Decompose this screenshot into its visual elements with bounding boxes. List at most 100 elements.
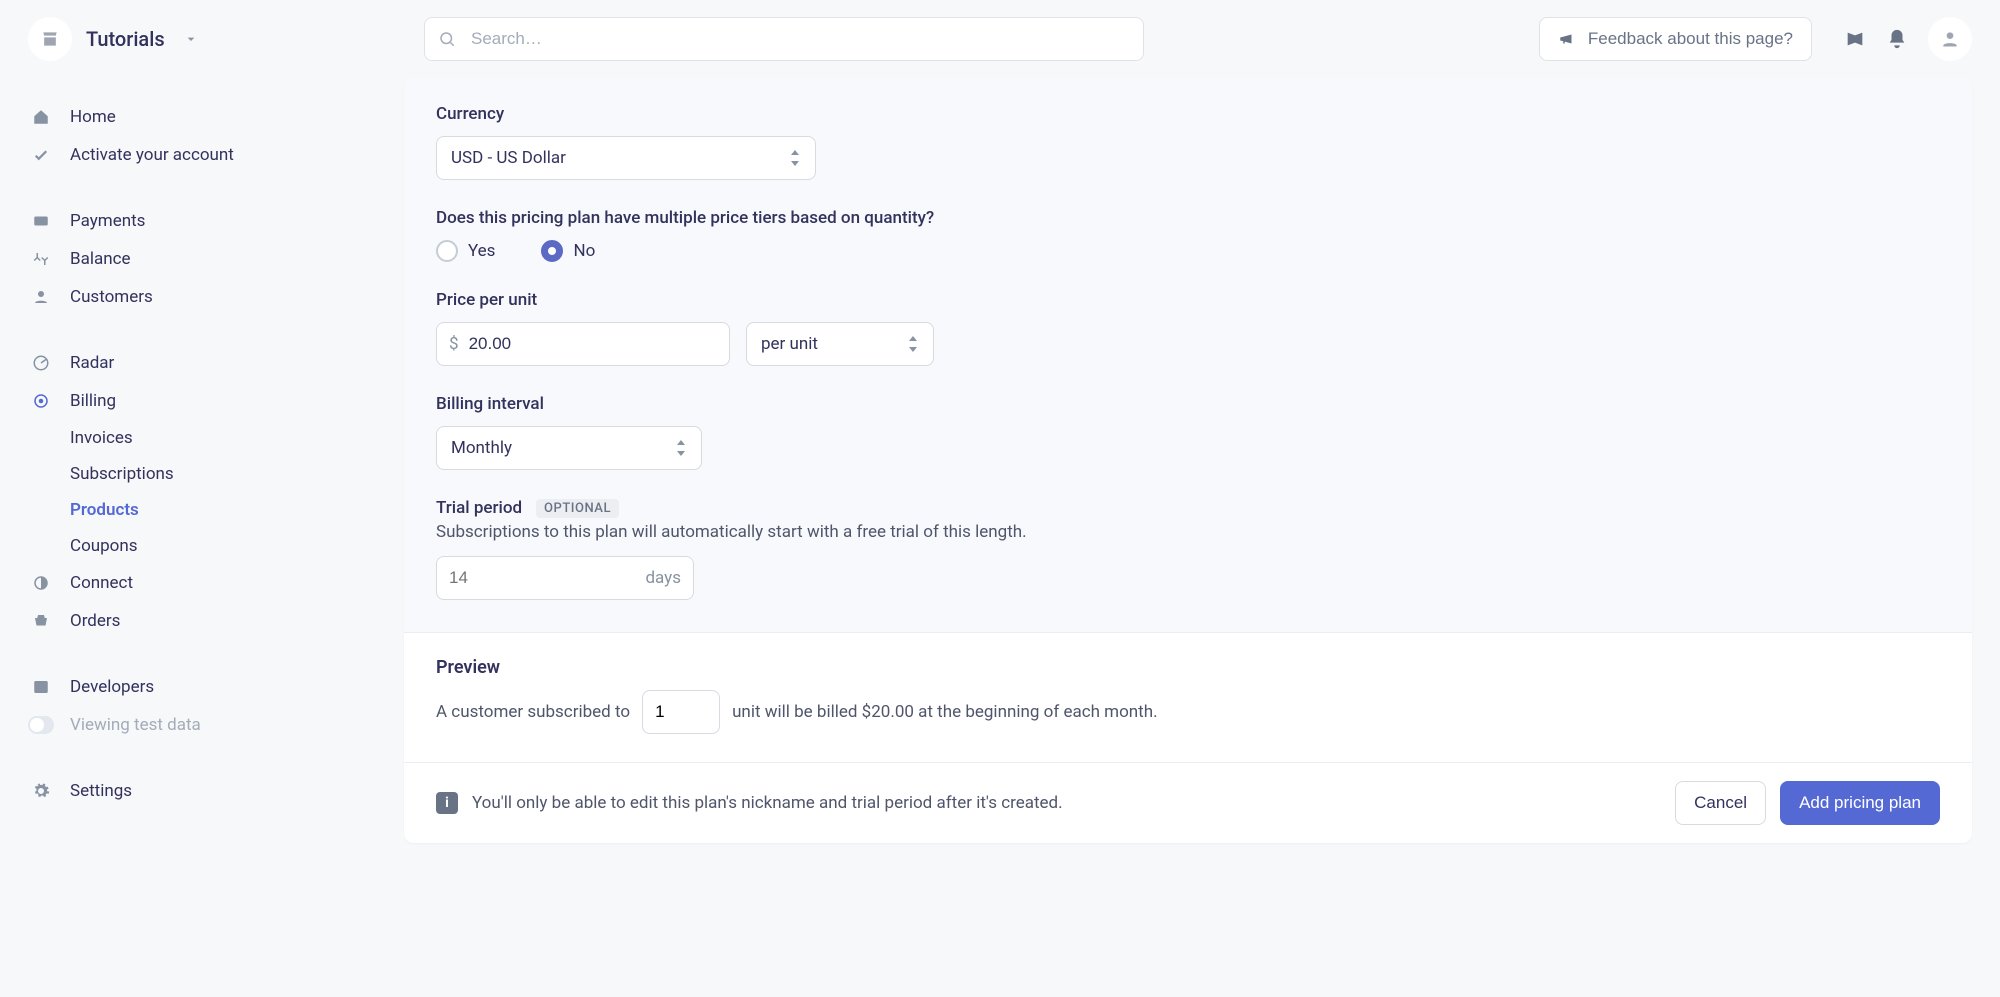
add-pricing-plan-button[interactable]: Add pricing plan: [1780, 781, 1940, 825]
trial-input[interactable]: [449, 568, 645, 588]
footer: i You'll only be able to edit this plan'…: [404, 763, 1972, 843]
preview-section: Preview A customer subscribed to unit wi…: [404, 633, 1972, 763]
sidebar-item-payments[interactable]: Payments: [28, 202, 404, 240]
sidebar: Home Activate your account Payments Bala…: [0, 78, 404, 843]
balance-icon: [28, 250, 54, 268]
radio-yes[interactable]: Yes: [436, 240, 495, 262]
sidebar-item-label: Settings: [70, 781, 132, 801]
sidebar-item-label: Invoices: [70, 428, 133, 448]
store-icon: [28, 17, 72, 61]
sidebar-item-customers[interactable]: Customers: [28, 278, 404, 316]
radio-circle-icon: [436, 240, 458, 262]
bell-icon[interactable]: [1886, 28, 1908, 50]
unit-value: per unit: [761, 334, 818, 354]
tiers-question: Does this pricing plan have multiple pri…: [436, 208, 1940, 228]
search-input[interactable]: [424, 17, 1144, 61]
preview-text-post: unit will be billed $20.00 at the beginn…: [732, 702, 1158, 722]
radio-no[interactable]: No: [541, 240, 595, 262]
currency-label: Currency: [436, 104, 1940, 124]
dollar-icon: $: [449, 334, 459, 354]
sidebar-item-label: Viewing test data: [70, 715, 201, 735]
preview-text-pre: A customer subscribed to: [436, 702, 630, 722]
price-input-wrap: $: [436, 322, 730, 366]
interval-select[interactable]: Monthly: [436, 426, 702, 470]
sidebar-item-connect[interactable]: Connect: [28, 564, 404, 602]
topbar: Tutorials Feedback about this page?: [0, 0, 2000, 78]
search-wrap: [424, 17, 1144, 61]
radio-label: No: [573, 241, 595, 261]
currency-select[interactable]: USD - US Dollar: [436, 136, 816, 180]
sidebar-item-label: Radar: [70, 353, 114, 373]
check-icon: [28, 146, 54, 164]
interval-label: Billing interval: [436, 394, 1940, 414]
billing-icon: [28, 392, 54, 410]
topbar-icons: [1844, 17, 1972, 61]
price-label: Price per unit: [436, 290, 1940, 310]
connect-icon: [28, 574, 54, 592]
sidebar-item-label: Connect: [70, 573, 133, 593]
sidebar-item-activate[interactable]: Activate your account: [28, 136, 404, 174]
chevron-down-icon: [183, 31, 199, 47]
toggle-icon: [28, 716, 54, 734]
feedback-label: Feedback about this page?: [1588, 29, 1793, 49]
sidebar-item-label: Developers: [70, 677, 154, 697]
account-name: Tutorials: [86, 27, 165, 51]
sidebar-item-label: Coupons: [70, 536, 138, 556]
preview-quantity-input[interactable]: [642, 690, 720, 734]
orders-icon: [28, 612, 54, 630]
price-input[interactable]: [469, 334, 717, 354]
sidebar-item-home[interactable]: Home: [28, 98, 404, 136]
interval-value: Monthly: [451, 438, 512, 458]
optional-badge: OPTIONAL: [536, 499, 619, 518]
home-icon: [28, 108, 54, 126]
sidebar-item-label: Subscriptions: [70, 464, 174, 484]
form-section: Currency USD - US Dollar Does this prici…: [404, 78, 1972, 633]
sidebar-item-coupons[interactable]: Coupons: [70, 528, 404, 564]
sidebar-item-label: Balance: [70, 249, 131, 269]
sidebar-item-developers[interactable]: Developers: [28, 668, 404, 706]
sidebar-item-orders[interactable]: Orders: [28, 602, 404, 640]
sidebar-item-radar[interactable]: Radar: [28, 344, 404, 382]
unit-select[interactable]: per unit: [746, 322, 934, 366]
updown-icon: [907, 336, 919, 352]
sidebar-item-label: Customers: [70, 287, 153, 307]
currency-value: USD - US Dollar: [451, 148, 566, 168]
radio-circle-icon: [541, 240, 563, 262]
days-suffix: days: [645, 568, 681, 588]
sidebar-item-label: Billing: [70, 391, 116, 411]
updown-icon: [789, 150, 801, 166]
radar-icon: [28, 354, 54, 372]
footer-info-text: You'll only be able to edit this plan's …: [472, 793, 1661, 813]
sidebar-item-label: Products: [70, 500, 139, 520]
trial-label: Trial period: [436, 498, 522, 518]
customers-icon: [28, 288, 54, 306]
sidebar-item-settings[interactable]: Settings: [28, 772, 404, 810]
sidebar-item-test-mode[interactable]: Viewing test data: [28, 706, 404, 744]
trial-help-text: Subscriptions to this plan will automati…: [436, 522, 1940, 542]
feedback-button[interactable]: Feedback about this page?: [1539, 17, 1812, 61]
payments-icon: [28, 212, 54, 230]
trial-input-wrap: days: [436, 556, 694, 600]
updown-icon: [675, 440, 687, 456]
sidebar-item-invoices[interactable]: Invoices: [70, 420, 404, 456]
account-switcher[interactable]: Tutorials: [28, 17, 404, 61]
sidebar-item-label: Home: [70, 107, 116, 127]
main-panel: Currency USD - US Dollar Does this prici…: [404, 78, 1972, 843]
info-icon: i: [436, 792, 458, 814]
cancel-button[interactable]: Cancel: [1675, 781, 1766, 825]
docs-icon[interactable]: [1844, 28, 1866, 50]
sidebar-item-label: Activate your account: [70, 145, 234, 165]
sidebar-item-label: Payments: [70, 211, 145, 231]
avatar[interactable]: [1928, 17, 1972, 61]
preview-title: Preview: [436, 657, 1940, 678]
megaphone-icon: [1558, 30, 1576, 48]
sidebar-item-label: Orders: [70, 611, 120, 631]
sidebar-item-products[interactable]: Products: [70, 492, 404, 528]
radio-label: Yes: [468, 241, 495, 261]
search-icon: [438, 30, 456, 48]
sidebar-item-billing[interactable]: Billing: [28, 382, 404, 420]
terminal-icon: [28, 678, 54, 696]
sidebar-item-balance[interactable]: Balance: [28, 240, 404, 278]
sidebar-item-subscriptions[interactable]: Subscriptions: [70, 456, 404, 492]
gear-icon: [28, 782, 54, 800]
